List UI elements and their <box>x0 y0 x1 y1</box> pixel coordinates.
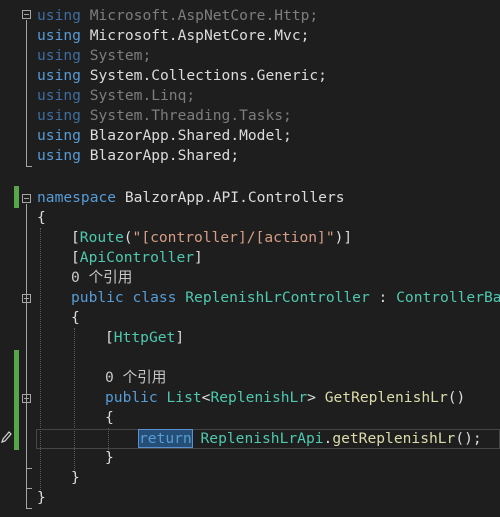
using-keyword: using <box>37 107 81 124</box>
using-line: using Microsoft.AspNetCore.Mvc; <box>37 26 500 46</box>
using-line: using System.Collections.Generic; <box>37 66 500 86</box>
bracket: ] <box>175 329 185 346</box>
class-name: ReplenishLrController <box>185 289 370 306</box>
brace-line: { <box>37 308 500 328</box>
method-declaration-line: public List<ReplenishLr> GetReplenishLr(… <box>37 388 500 408</box>
codelens-references[interactable]: 0 个引用 <box>37 268 500 288</box>
using-line: using System.Linq; <box>37 86 500 106</box>
return-statement-line[interactable]: return ReplenishLrApi.getReplenishLr(); <box>37 429 500 449</box>
using-namespace: System; <box>89 47 152 64</box>
base-separator: : <box>369 289 397 306</box>
using-line: using Microsoft.AspNetCore.Http; <box>37 6 500 26</box>
route-attribute-name: Route <box>79 229 124 246</box>
brace-line: } <box>37 448 500 468</box>
dot: . <box>323 430 333 447</box>
references-label[interactable]: 0 个引用 <box>105 369 166 386</box>
open-brace: { <box>71 309 80 326</box>
collapse-icon[interactable] <box>22 294 31 303</box>
close-brace: } <box>105 449 114 466</box>
collapse-icon[interactable] <box>22 194 31 203</box>
called-method: getReplenishLr <box>332 430 456 447</box>
using-namespace: BlazorApp.Shared; <box>89 147 240 164</box>
namespace-line: namespace BalzorApp.API.Controllers <box>37 188 500 208</box>
fold-guide <box>26 20 27 166</box>
using-line: using System; <box>37 46 500 66</box>
using-keyword: using <box>37 87 81 104</box>
using-namespace: System.Linq; <box>89 87 196 104</box>
class-declaration-line: public class ReplenishLrController : Con… <box>37 288 500 308</box>
parens: () <box>447 389 466 406</box>
open-brace: { <box>105 409 114 426</box>
using-keyword: using <box>37 7 81 24</box>
api-class-name: ReplenishLrApi <box>200 430 324 447</box>
using-namespace: System.Collections.Generic; <box>89 67 327 84</box>
list-type: List <box>166 389 202 406</box>
paren-bracket: )] <box>334 229 353 246</box>
brace-line: { <box>37 408 500 428</box>
using-keyword: using <box>37 127 81 144</box>
references-label[interactable]: 0 个引用 <box>71 269 132 286</box>
bracket: [ <box>105 329 114 346</box>
open-brace: { <box>37 209 46 226</box>
model-type: ReplenishLr <box>210 389 308 406</box>
fold-guide-end <box>26 508 32 509</box>
using-keyword: using <box>37 67 81 84</box>
using-line: using System.Threading.Tasks; <box>37 106 500 126</box>
close-brace: } <box>37 489 46 506</box>
collapse-icon[interactable] <box>22 10 31 19</box>
brace-line: } <box>37 488 500 508</box>
api-controller-attribute-name: ApiController <box>79 249 195 266</box>
httpget-attribute-name: HttpGet <box>113 329 176 346</box>
collapse-icon[interactable] <box>22 394 31 403</box>
generic-close: > <box>307 389 316 406</box>
call-tail: (); <box>455 430 482 447</box>
public-keyword: public <box>71 289 124 306</box>
using-namespace: Microsoft.AspNetCore.Http; <box>89 7 319 24</box>
namespace-name: BalzorApp.API.Controllers <box>116 189 345 206</box>
method-name: GetReplenishLr <box>324 389 448 406</box>
fold-guide-end <box>26 468 32 469</box>
api-controller-attribute-line: [ApiController] <box>37 248 500 268</box>
bracket: [ <box>71 249 80 266</box>
using-keyword: using <box>37 47 81 64</box>
brace-line: } <box>37 468 500 488</box>
fold-guide-end <box>26 166 32 167</box>
base-class-name: ControllerBase <box>396 289 500 306</box>
using-namespace: Microsoft.AspNetCore.Mvc; <box>89 27 310 44</box>
code-editor[interactable]: using Microsoft.AspNetCore.Http; using M… <box>0 0 500 517</box>
using-namespace: BlazorApp.Shared.Model; <box>89 127 292 144</box>
pencil-icon <box>1 431 12 443</box>
bracket: ] <box>194 249 203 266</box>
route-template-string: "[controller]/[action]" <box>132 229 335 246</box>
using-keyword: using <box>37 27 81 44</box>
using-namespace: System.Threading.Tasks; <box>89 107 292 124</box>
using-keyword: using <box>37 147 81 164</box>
public-keyword: public <box>105 389 158 406</box>
namespace-keyword: namespace <box>37 189 117 206</box>
paren: ( <box>123 229 133 246</box>
using-line: using BlazorApp.Shared.Model; <box>37 126 500 146</box>
using-line: using BlazorApp.Shared; <box>37 146 500 166</box>
httpget-attribute-line: [HttpGet] <box>37 328 500 348</box>
route-attribute-line: [Route("[controller]/[action]")] <box>37 228 500 248</box>
change-margin-bar <box>14 186 19 208</box>
fold-guide-end <box>26 488 32 489</box>
codelens-references[interactable]: 0 个引用 <box>37 368 500 388</box>
bracket: [ <box>71 229 80 246</box>
fold-guide <box>26 404 27 468</box>
change-margin-bar <box>14 350 19 450</box>
class-keyword: class <box>132 289 177 306</box>
return-keyword[interactable]: return <box>138 429 193 448</box>
brace-line: { <box>37 208 500 228</box>
close-brace: } <box>71 469 80 486</box>
